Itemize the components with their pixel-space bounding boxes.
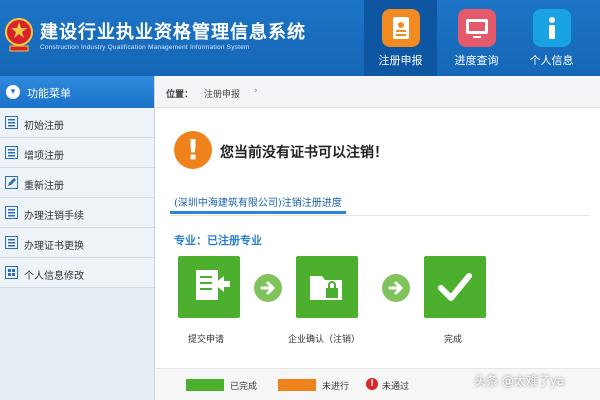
error-icon: ! [366, 378, 378, 390]
checkmark-icon [438, 273, 472, 301]
breadcrumb: 位置： 注册申报 › [156, 76, 600, 108]
tab-cancellation-progress[interactable]: (深圳中海建筑有限公司)注销注册进度 [170, 188, 346, 214]
sidebar-item-personal-info-edit[interactable]: 个人信息修改 [0, 258, 154, 288]
sidebar-item-label: 初始注册 [24, 121, 64, 132]
app-header: 建设行业执业资格管理信息系统 Construction Industry Qua… [0, 0, 600, 76]
watermark: 头条 @太难了ya [474, 374, 565, 388]
breadcrumb-current[interactable]: 注册申报 [204, 87, 240, 100]
legend-label: 已完成 [230, 382, 258, 392]
step-label: 企业确认（注销） [288, 335, 361, 345]
document-arrow-icon [196, 270, 230, 300]
step-complete [424, 256, 486, 318]
warning-icon: ! [174, 131, 212, 169]
step-label: 提交申请 [188, 335, 225, 345]
national-emblem-icon [5, 18, 33, 52]
nav-personal-info-label: 个人信息 [529, 54, 574, 67]
legend-swatch-done [186, 379, 224, 391]
sidebar-item-add-registration[interactable]: 增项注册 [0, 138, 154, 168]
arrow-right-icon [382, 274, 410, 302]
legend-swatch-pending [278, 379, 316, 391]
folder-lock-icon [310, 276, 342, 300]
sidebar-item-cancellation[interactable]: 办理注销手续 [0, 198, 154, 228]
system-title: 建设行业执业资格管理信息系统 [40, 22, 306, 43]
main-content: 位置： 注册申报 › ! 您当前没有证书可以注销！ (深圳中海建筑有限公司)注销… [156, 76, 600, 400]
step-label: 完成 [444, 335, 463, 345]
tab-divider [170, 215, 590, 216]
list-icon [5, 116, 18, 129]
sidebar-item-label: 办理证书更换 [24, 241, 84, 252]
breadcrumb-key: 位置： [166, 90, 194, 100]
grid-icon [5, 266, 18, 279]
list-icon [5, 236, 18, 249]
chevron-down-icon: ▾ [6, 85, 20, 99]
sidebar-item-label: 个人信息修改 [24, 271, 84, 282]
legend-label: 未通过 [382, 382, 410, 392]
sidebar-heading-label: 功能菜单 [27, 87, 71, 100]
nav-personal-info[interactable]: 个人信息 [515, 0, 588, 76]
chevron-right-icon: › [254, 86, 258, 96]
sidebar-item-label: 重新注册 [24, 181, 64, 192]
info-icon [532, 9, 571, 47]
sidebar: ▾ 功能菜单 初始注册 增项注册 重新注册 办理注销手续 办理证书更换 个人信息… [0, 76, 155, 400]
list-icon [5, 206, 18, 219]
sidebar-heading[interactable]: ▾ 功能菜单 [0, 76, 154, 108]
list-icon [5, 146, 18, 159]
nav-progress[interactable]: 进度查询 [440, 0, 513, 76]
nav-register-label: 注册申报 [378, 54, 423, 67]
notice-message: 您当前没有证书可以注销！ [220, 145, 388, 161]
edit-icon [5, 176, 18, 189]
sidebar-item-label: 增项注册 [24, 151, 64, 162]
legend-label: 未进行 [322, 382, 350, 392]
certificate-icon [381, 9, 420, 47]
step-submit-application [178, 256, 240, 318]
sidebar-item-label: 办理注销手续 [24, 211, 84, 222]
system-subtitle: Construction Industry Qualification Mana… [40, 44, 250, 51]
arrow-right-icon [254, 274, 282, 302]
sidebar-item-initial-registration[interactable]: 初始注册 [0, 108, 154, 138]
step-company-confirm [296, 256, 358, 318]
monitor-icon [457, 9, 496, 47]
sidebar-item-re-registration[interactable]: 重新注册 [0, 168, 154, 198]
nav-progress-label: 进度查询 [454, 54, 499, 67]
sidebar-item-certificate-replace[interactable]: 办理证书更换 [0, 228, 154, 258]
nav-register[interactable]: 注册申报 [364, 0, 437, 76]
section-heading: 专业：已注册专业 [174, 234, 262, 247]
